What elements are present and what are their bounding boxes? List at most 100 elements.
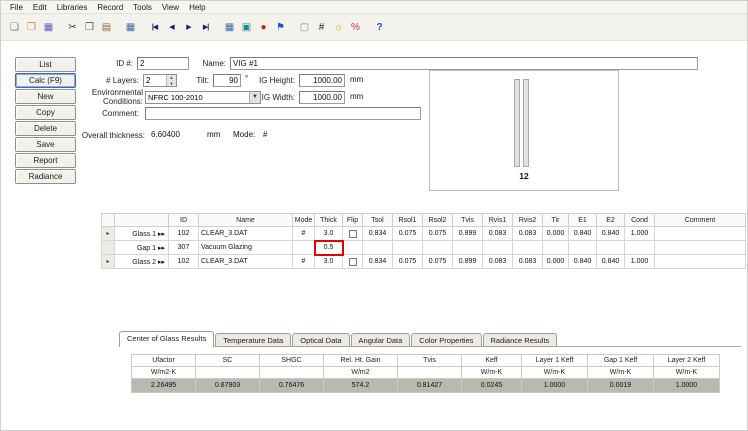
report-button[interactable]: Report <box>15 153 76 168</box>
grid-cell-e2[interactable]: 0.840 <box>597 255 625 269</box>
grid-cell-rsol2[interactable] <box>423 241 453 255</box>
menu-libraries[interactable]: Libraries <box>52 3 93 12</box>
hash-icon[interactable]: # <box>313 18 330 36</box>
grid-cell-id[interactable]: 102 <box>169 255 199 269</box>
grid-cell-mode[interactable]: # <box>293 227 315 241</box>
tab-angular-data[interactable]: Angular Data <box>351 333 411 347</box>
grid-cell-e1[interactable]: 0.840 <box>569 255 597 269</box>
grid-cell-rsol1[interactable]: 0.075 <box>393 255 423 269</box>
grid-cell-comment[interactable] <box>655 227 746 241</box>
tab-color-properties[interactable]: Color Properties <box>411 333 481 347</box>
grid-cell-e2[interactable] <box>597 241 625 255</box>
grid-cell-tsol[interactable]: 0.834 <box>363 255 393 269</box>
copy-icon[interactable]: ❐ <box>81 18 98 36</box>
grid-cell-name[interactable]: CLEAR_3.DAT <box>199 227 293 241</box>
open-icon[interactable]: ❒ <box>23 18 40 36</box>
grid-cell-tvis[interactable]: 0.899 <box>453 227 483 241</box>
tab-radiance-results[interactable]: Radiance Results <box>483 333 558 347</box>
grid-cell-name[interactable]: Vacuum Glazing <box>199 241 293 255</box>
next-record-icon[interactable]: ▶ <box>180 18 197 36</box>
grid-cell-rvis1[interactable]: 0.083 <box>483 227 513 241</box>
last-record-icon[interactable]: ▶| <box>197 18 214 36</box>
grid-cell-cond[interactable]: 1.000 <box>625 255 655 269</box>
layers-stepper[interactable]: 2 ▲ ▼ <box>143 74 177 87</box>
help-icon[interactable]: ? <box>371 18 388 36</box>
grid-cell-rvis1[interactable]: 0.083 <box>483 255 513 269</box>
grid-cell-e1[interactable]: 0.840 <box>569 227 597 241</box>
table-icon[interactable]: ▦ <box>221 18 238 36</box>
grid-cell-rsol2[interactable]: 0.075 <box>423 227 453 241</box>
lamp-icon[interactable]: ☼ <box>330 18 347 36</box>
grid-cell-rsol1[interactable]: 0.075 <box>393 227 423 241</box>
row-expander[interactable] <box>102 241 115 255</box>
menu-help[interactable]: Help <box>184 3 210 12</box>
tab-optical-data[interactable]: Optical Data <box>292 333 349 347</box>
save-icon[interactable]: ▦ <box>40 18 57 36</box>
calc-button[interactable]: Calc (F9) <box>15 73 76 88</box>
flip-checkbox[interactable] <box>349 258 357 266</box>
list-button[interactable]: List <box>15 57 76 72</box>
row-label[interactable]: Gap 1 ▸▸ <box>115 241 169 255</box>
grid-cell-tir[interactable] <box>543 241 569 255</box>
paste-icon[interactable]: ▤ <box>98 18 115 36</box>
copy-button[interactable]: Copy <box>15 105 76 120</box>
grid-cell-rvis2[interactable]: 0.083 <box>513 227 543 241</box>
grid-cell-rvis1[interactable] <box>483 241 513 255</box>
grid-cell-cond[interactable]: 1.000 <box>625 227 655 241</box>
row-label[interactable]: Glass 1 ▸▸ <box>115 227 169 241</box>
menu-view[interactable]: View <box>157 3 184 12</box>
grid-cell-comment[interactable] <box>655 241 746 255</box>
first-record-icon[interactable]: |◀ <box>146 18 163 36</box>
tab-temperature-data[interactable]: Temperature Data <box>215 333 291 347</box>
new-icon[interactable]: ❏ <box>6 18 23 36</box>
grid-cell-rsol1[interactable] <box>393 241 423 255</box>
menu-tools[interactable]: Tools <box>128 3 157 12</box>
flip-checkbox[interactable] <box>349 230 357 238</box>
tab-center-of-glass-results[interactable]: Center of Glass Results <box>119 331 214 347</box>
sphere-icon[interactable]: ● <box>255 18 272 36</box>
grid-cell-mode[interactable]: # <box>293 255 315 269</box>
new-button[interactable]: New <box>15 89 76 104</box>
tilt-field[interactable]: 90 <box>213 74 241 87</box>
environmental-conditions-select[interactable]: NFRC 100-2010 ▼ <box>145 91 261 104</box>
grid-cell-cond[interactable] <box>625 241 655 255</box>
grid-cell-thick-highlighted[interactable]: 0.5 <box>315 241 343 255</box>
name-field[interactable]: VIG #1 <box>230 57 698 70</box>
ig-height-field[interactable]: 1000.00 <box>299 74 345 87</box>
grid-cell-id[interactable]: 102 <box>169 227 199 241</box>
grid-cell-tsol[interactable]: 0.834 <box>363 227 393 241</box>
grid-cell-rsol2[interactable]: 0.075 <box>423 255 453 269</box>
grid-cell-thick[interactable]: 3.0 <box>315 255 343 269</box>
window-icon[interactable]: ▢ <box>296 18 313 36</box>
grid-cell-rvis2[interactable] <box>513 241 543 255</box>
row-expander[interactable]: ▸ <box>102 227 115 241</box>
grid-cell-mode[interactable] <box>293 241 315 255</box>
grid-cell-id[interactable]: 307 <box>169 241 199 255</box>
grid-cell-name[interactable]: CLEAR_3.DAT <box>199 255 293 269</box>
grid-cell-tir[interactable]: 0.000 <box>543 227 569 241</box>
grid-cell-e2[interactable]: 0.840 <box>597 227 625 241</box>
row-expander[interactable]: ▸ <box>102 255 115 269</box>
menu-edit[interactable]: Edit <box>28 3 52 12</box>
grid-cell-e1[interactable] <box>569 241 597 255</box>
ig-width-field[interactable]: 1000.00 <box>299 91 345 104</box>
percent-icon[interactable]: % <box>347 18 364 36</box>
grid-cell-tvis[interactable]: 0.899 <box>453 255 483 269</box>
comment-field[interactable] <box>145 107 421 120</box>
grid-cell-tir[interactable]: 0.000 <box>543 255 569 269</box>
row-label[interactable]: Glass 2 ▸▸ <box>115 255 169 269</box>
stepper-down-icon[interactable]: ▼ <box>166 81 176 87</box>
menu-record[interactable]: Record <box>92 3 128 12</box>
grid-cell-comment[interactable] <box>655 255 746 269</box>
prev-record-icon[interactable]: ◀ <box>163 18 180 36</box>
menu-file[interactable]: File <box>5 3 28 12</box>
grid-cell-thick[interactable]: 3.0 <box>315 227 343 241</box>
grid-cell-tvis[interactable] <box>453 241 483 255</box>
cut-icon[interactable]: ✂ <box>64 18 81 36</box>
grid-icon[interactable]: ▦ <box>122 18 139 36</box>
id-field[interactable]: 2 <box>137 57 189 70</box>
grid-cell-tsol[interactable] <box>363 241 393 255</box>
screen-icon[interactable]: ▣ <box>238 18 255 36</box>
flag-icon[interactable]: ⚑ <box>272 18 289 36</box>
radiance-button[interactable]: Radiance <box>15 169 76 184</box>
